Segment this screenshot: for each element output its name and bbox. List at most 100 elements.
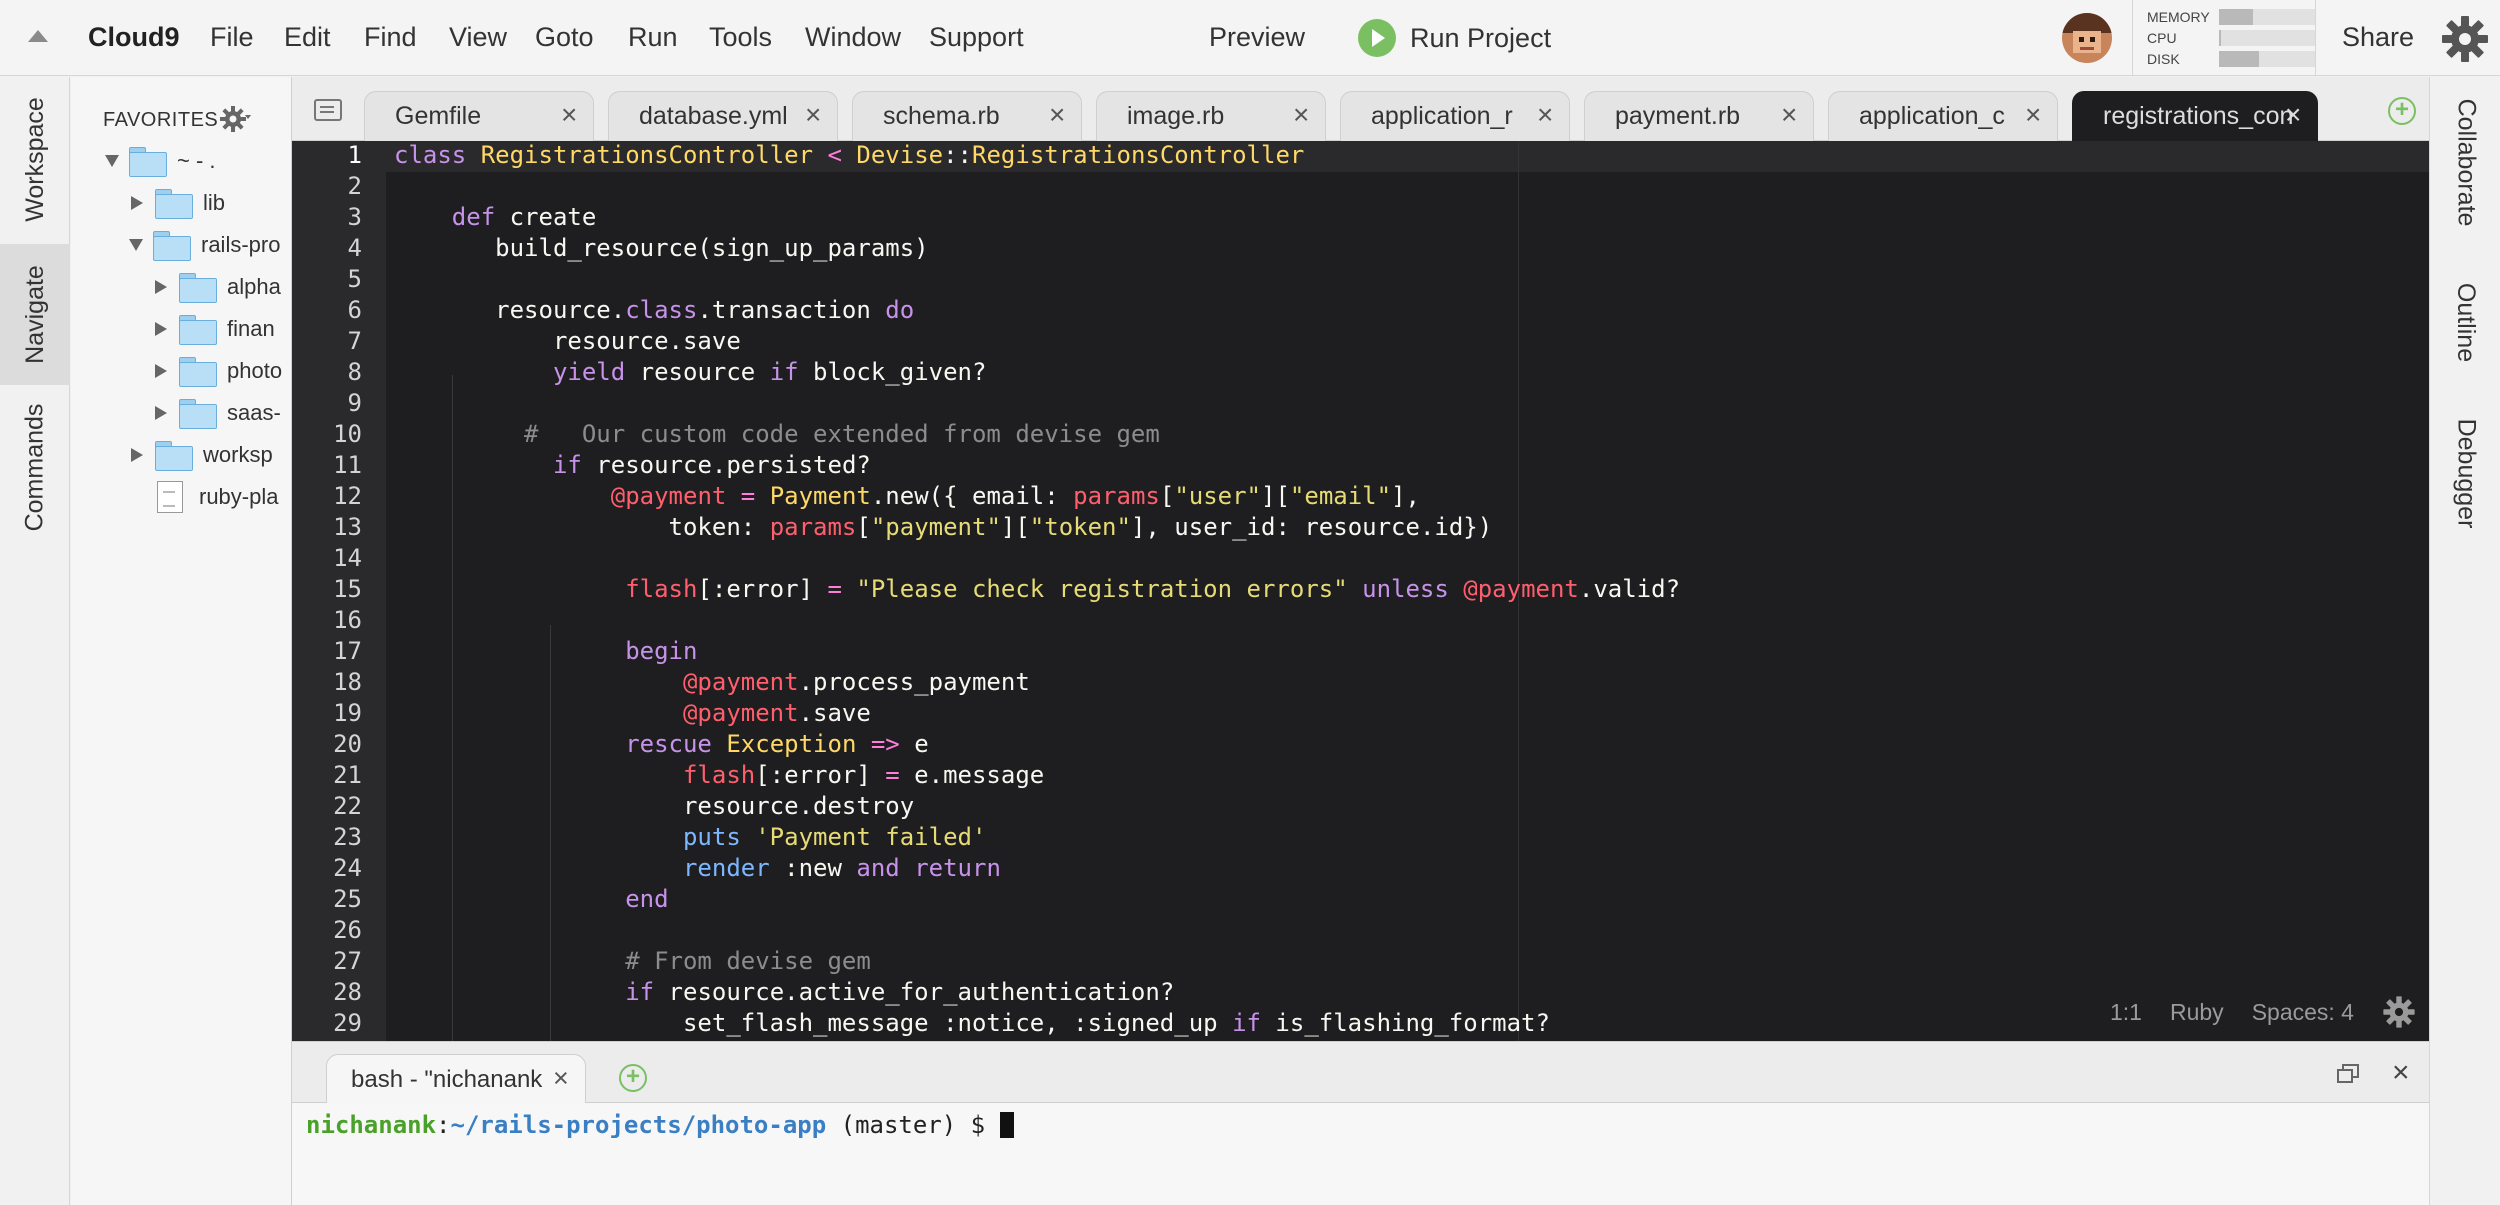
tree-item-alpha[interactable]: alpha	[153, 270, 281, 304]
tab-outline[interactable]: Outline	[2430, 257, 2500, 387]
close-icon[interactable]: ×	[1293, 99, 1309, 131]
tab-registrations-controller[interactable]: registrations_con ×	[2072, 91, 2318, 141]
chevron-right-icon[interactable]	[155, 280, 167, 294]
language-mode[interactable]: Ruby	[2170, 999, 2224, 1026]
line-number: 4	[347, 234, 362, 262]
menu-goto[interactable]: Goto	[535, 22, 594, 53]
tree-item-root[interactable]: ~ - .	[105, 144, 216, 178]
tab-schema-rb[interactable]: schema.rb ×	[852, 91, 1082, 141]
tab-gemfile[interactable]: Gemfile ×	[364, 91, 594, 141]
preview-button[interactable]: Preview	[1209, 22, 1305, 53]
line-number: 25	[333, 885, 362, 913]
line-number: 8	[347, 358, 362, 386]
tab-payment-rb[interactable]: payment.rb ×	[1584, 91, 1814, 141]
terminal[interactable]: nichanank:~/rails-projects/photo-app (ma…	[292, 1103, 2429, 1205]
tab-collaborate[interactable]: Collaborate	[2430, 77, 2500, 247]
tab-list-icon[interactable]	[314, 99, 342, 121]
close-icon[interactable]: ×	[1537, 99, 1553, 131]
menu-support[interactable]: Support	[929, 22, 1024, 53]
line-number: 28	[333, 978, 362, 1006]
code-line: # Our custom code extended from devise g…	[394, 420, 1160, 448]
close-icon[interactable]: ×	[805, 99, 821, 131]
line-number: 11	[333, 451, 362, 479]
add-terminal-icon[interactable]: +	[619, 1064, 647, 1092]
menu-run[interactable]: Run	[628, 22, 678, 53]
avatar[interactable]	[2062, 13, 2112, 63]
restore-panel-icon[interactable]	[2337, 1064, 2359, 1084]
chevron-down-icon[interactable]	[129, 239, 143, 251]
file-icon	[157, 481, 183, 513]
tab-bash-terminal[interactable]: bash - "nichanank ×	[326, 1054, 586, 1104]
chevron-right-icon[interactable]	[131, 448, 143, 462]
right-activity-bar: Collaborate Outline Debugger	[2429, 77, 2500, 1205]
gear-icon[interactable]	[2440, 14, 2490, 64]
tab-navigate[interactable]: Navigate	[0, 244, 70, 385]
cursor-position[interactable]: 1:1	[2110, 999, 2142, 1026]
code-line: render :new and return	[682, 854, 1001, 882]
tree-item-photo[interactable]: photo	[153, 354, 282, 388]
line-number: 7	[347, 327, 362, 355]
code-line: rescue Exception => e	[625, 730, 929, 758]
code-line: token: params["payment"]["token"], user_…	[394, 513, 1493, 541]
chevron-right-icon[interactable]	[131, 196, 143, 210]
tab-application-c[interactable]: application_c ×	[1828, 91, 2058, 141]
code-line: @payment = Payment.new({ email: params["…	[610, 482, 1420, 510]
menu-tools[interactable]: Tools	[709, 22, 772, 53]
add-tab-icon[interactable]: +	[2388, 97, 2416, 125]
close-icon[interactable]: ×	[2285, 99, 2301, 131]
tab-commands[interactable]: Commands	[0, 387, 70, 547]
cpu-meter: CPU	[2147, 30, 2315, 46]
close-icon[interactable]: ×	[1781, 99, 1797, 131]
line-number: 21	[333, 761, 362, 789]
code-line: # From devise gem	[394, 947, 871, 975]
collapse-menu-icon[interactable]	[28, 30, 48, 42]
tree-item-lib[interactable]: lib	[129, 186, 225, 220]
code-editor[interactable]: 1 2 3 4 5 6 7 8 9 10 11 12 13 14 15 16 1…	[292, 141, 2429, 1041]
close-icon[interactable]: ×	[553, 1063, 569, 1094]
chevron-right-icon[interactable]	[155, 364, 167, 378]
indentation-setting[interactable]: Spaces: 4	[2252, 999, 2354, 1026]
tab-image-rb[interactable]: image.rb ×	[1096, 91, 1326, 141]
run-project-button[interactable]: Run Project	[1358, 16, 1551, 60]
editor-settings-icon[interactable]	[2382, 995, 2416, 1029]
tree-item-finance[interactable]: finan	[153, 312, 275, 346]
code-line: set_flash_message :notice, :signed_up if…	[394, 1009, 1550, 1037]
close-panel-icon[interactable]: ×	[2392, 1056, 2410, 1090]
tab-workspace[interactable]: Workspace	[0, 77, 70, 242]
menu-file[interactable]: File	[210, 22, 254, 53]
menu-window[interactable]: Window	[805, 22, 901, 53]
code-line: resource.destroy	[394, 792, 915, 820]
tree-item-workspace[interactable]: worksp	[129, 438, 273, 472]
close-icon[interactable]: ×	[1049, 99, 1065, 131]
chevron-right-icon[interactable]	[155, 406, 167, 420]
line-number: 9	[347, 389, 362, 417]
code-line: build_resource(sign_up_params)	[394, 234, 929, 262]
line-number: 14	[333, 544, 362, 572]
tree-item-rails-projects[interactable]: rails-pro	[129, 228, 280, 262]
menu-edit[interactable]: Edit	[284, 22, 331, 53]
tree-item-ruby-file[interactable]: ruby-pla	[151, 480, 278, 514]
resource-meters[interactable]: MEMORY CPU DISK	[2132, 0, 2316, 76]
chevron-right-icon[interactable]	[155, 322, 167, 336]
menu-find[interactable]: Find	[364, 22, 417, 53]
tab-debugger[interactable]: Debugger	[2430, 393, 2500, 553]
close-icon[interactable]: ×	[2025, 99, 2041, 131]
chevron-down-icon[interactable]	[105, 155, 119, 167]
tree-item-saas[interactable]: saas-	[153, 396, 281, 430]
menu-view[interactable]: View	[449, 22, 507, 53]
tree-settings-icon[interactable]	[219, 103, 251, 135]
line-number: 12	[333, 482, 362, 510]
tab-application-r[interactable]: application_r ×	[1340, 91, 1570, 141]
close-icon[interactable]: ×	[561, 99, 577, 131]
folder-icon	[155, 441, 193, 471]
code-line: resource.class.transaction do	[394, 296, 915, 324]
menu-cloud9[interactable]: Cloud9	[88, 22, 180, 53]
code-line: if resource.persisted?	[552, 451, 871, 479]
line-number: 26	[333, 916, 362, 944]
code-line: puts 'Payment failed'	[682, 823, 987, 851]
line-number: 10	[333, 420, 362, 448]
code-line: resource.save	[394, 327, 741, 355]
share-button[interactable]: Share	[2342, 22, 2414, 53]
tab-database-yml[interactable]: database.yml ×	[608, 91, 838, 141]
editor-statusbar: 1:1 Ruby Spaces: 4	[2110, 994, 2416, 1030]
